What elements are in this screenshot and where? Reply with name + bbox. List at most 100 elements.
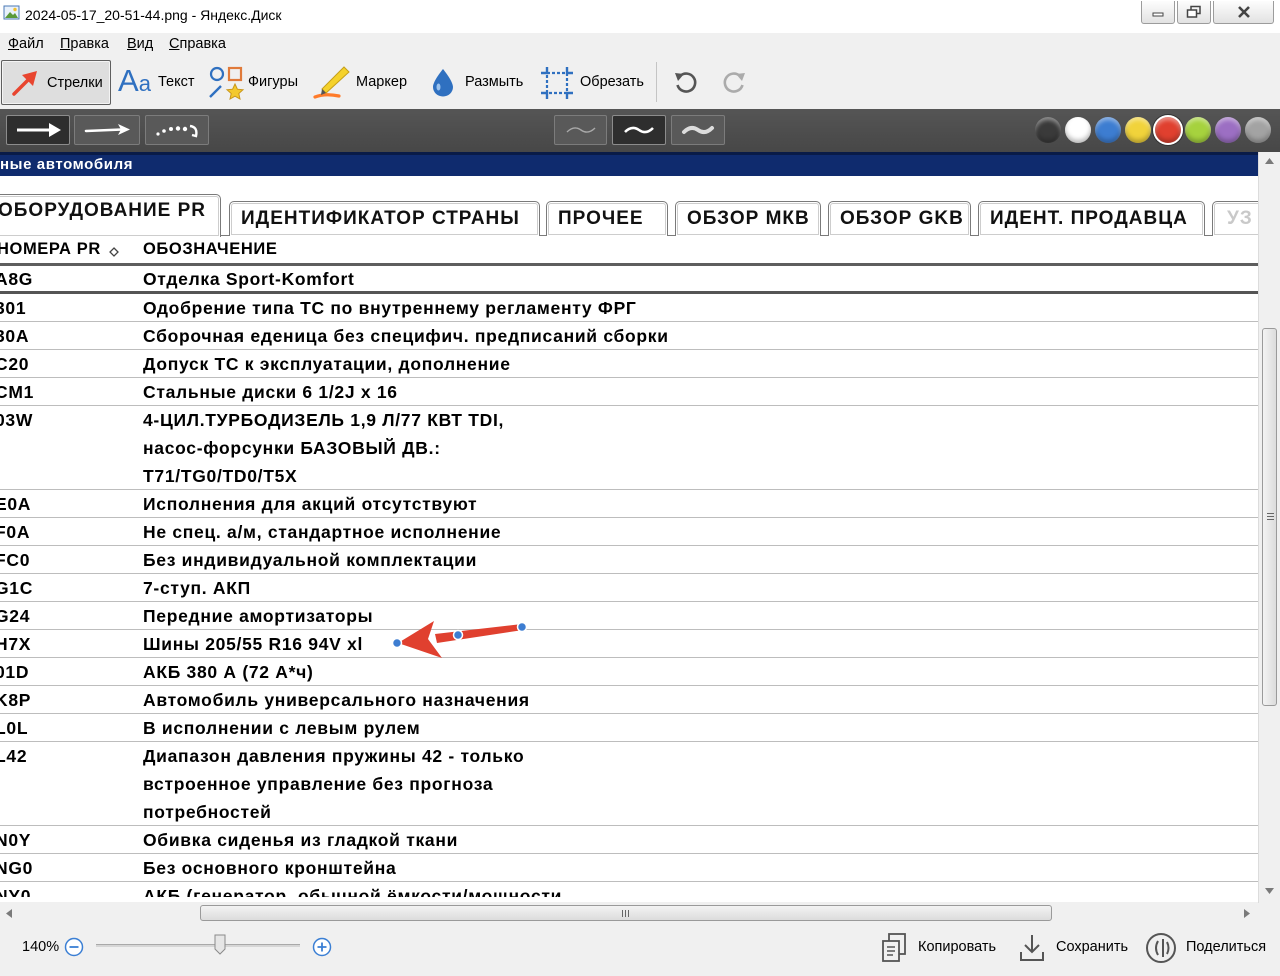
pr-description: Допуск ТС к эксплуатации, дополнение xyxy=(143,350,1258,377)
vertical-scroll-thumb[interactable] xyxy=(1262,328,1277,706)
arrow-style-solid[interactable] xyxy=(6,115,70,145)
horizontal-scrollbar[interactable] xyxy=(0,903,1258,923)
scroll-left-icon[interactable] xyxy=(6,909,12,918)
arrow-style-thin[interactable] xyxy=(74,115,140,145)
blur-tool-button[interactable]: Размыть xyxy=(426,60,530,105)
table-row: 01D АКБ 380 А (72 А*ч) xyxy=(0,658,1258,686)
copy-button[interactable]: Копировать xyxy=(878,931,1008,969)
grip-line xyxy=(625,910,626,917)
undo-icon xyxy=(673,70,699,101)
vertical-scrollbar[interactable] xyxy=(1258,152,1280,903)
text-tool-button[interactable]: Aa Текст xyxy=(116,60,200,105)
menu-bar: Файл Правка Вид Справка xyxy=(0,33,1280,57)
pr-code: L0L xyxy=(0,718,29,738)
pr-code: E0A xyxy=(0,494,32,514)
pr-description-line: Отделка Sport-Komfort xyxy=(143,269,355,289)
crop-tool-label: Обрезать xyxy=(580,74,644,90)
table-row: 03W 4-ЦИЛ.ТУРБОДИЗЕЛЬ 1,9 Л/77 КВТ TDI, на… xyxy=(0,406,1258,490)
pr-description-line: 4-ЦИЛ.ТУРБОДИЗЕЛЬ 1,9 Л/77 КВТ TDI, xyxy=(143,410,505,430)
title-bar: 2024-05-17_20-51-44.png - Яндекс.Диск xyxy=(0,0,1280,33)
pr-description-line: АКБ (генератор, обычной ёмкости/мощности xyxy=(143,886,563,897)
table-row: G24 Передние амортизаторы xyxy=(0,602,1258,630)
menu-file[interactable]: Файл xyxy=(8,36,44,52)
pr-description-line: В исполнении с левым рулем xyxy=(143,718,421,738)
pr-code: H7X xyxy=(0,634,32,654)
shapes-tool-button[interactable]: Фигуры xyxy=(205,60,305,105)
pr-code: 01D xyxy=(0,662,30,682)
thick-line-icon xyxy=(682,125,714,135)
scroll-right-icon[interactable] xyxy=(1244,909,1250,918)
scroll-down-icon[interactable] xyxy=(1265,888,1274,894)
menu-help[interactable]: Справка xyxy=(169,36,226,52)
table-row: F0A Не спец. а/м, стандартное исполнение xyxy=(0,518,1258,546)
pr-code: G1C xyxy=(0,578,34,598)
close-button[interactable] xyxy=(1213,1,1274,24)
grip-line xyxy=(1267,519,1274,520)
arrow-mid-handle[interactable] xyxy=(452,629,464,641)
tab-mkv-overview: ОБЗОР МКВ xyxy=(675,201,821,236)
dotted-arrow-icon xyxy=(156,124,198,138)
table-row: L0L В исполнении с левым рулем xyxy=(0,714,1258,742)
zoom-out-button[interactable] xyxy=(64,937,84,962)
save-button[interactable]: Сохранить xyxy=(1016,931,1136,969)
undo-button[interactable] xyxy=(670,60,702,105)
arrow-start-handle[interactable] xyxy=(391,637,403,649)
image-canvas[interactable]: ные автомобиля ОБОРУДОВАНИЕ PR ИДЕНТИФИК… xyxy=(0,152,1258,902)
shapes-icon xyxy=(207,65,245,106)
color-swatch-gray[interactable] xyxy=(1245,117,1271,143)
arrows-tool-label: Стрелки xyxy=(47,75,103,91)
minimize-button[interactable] xyxy=(1141,1,1175,24)
color-swatch-purple[interactable] xyxy=(1215,117,1241,143)
pr-description: 7-ступ. АКП xyxy=(143,574,1258,601)
table-row: NY0 АКБ (генератор, обычной ёмкости/мощно… xyxy=(0,882,1258,897)
color-swatch-yellow[interactable] xyxy=(1125,117,1151,143)
zoom-slider[interactable] xyxy=(96,944,300,947)
medium-line-icon xyxy=(624,126,654,134)
color-swatch-white[interactable] xyxy=(1065,117,1091,143)
line-width-medium[interactable] xyxy=(612,115,666,145)
pr-description: Без основного кронштейна xyxy=(143,854,1258,881)
table-row: L42 Диапазон давления пружины 42 - только… xyxy=(0,742,1258,826)
pr-description-line: Автомобиль универсального назначения xyxy=(143,690,530,710)
save-label: Сохранить xyxy=(1056,939,1129,955)
arrow-style-dotted[interactable] xyxy=(145,115,209,145)
maximize-button[interactable] xyxy=(1177,1,1211,24)
grip-line xyxy=(1267,513,1274,514)
marker-icon xyxy=(313,65,353,106)
pr-code: G24 xyxy=(0,606,31,626)
marker-tool-button[interactable]: Маркер xyxy=(311,60,415,105)
pr-code: 301 xyxy=(0,298,27,318)
table-row: N0Y Обивка сиденья из гладкой ткани xyxy=(0,826,1258,854)
pr-description-line: Без индивидуальной комплектации xyxy=(143,550,478,570)
horizontal-scroll-thumb[interactable] xyxy=(200,905,1052,921)
zoom-slider-thumb[interactable] xyxy=(214,934,226,955)
color-swatch-red[interactable] xyxy=(1155,117,1181,143)
pr-description: Автомобиль универсального назначения xyxy=(143,686,1258,713)
line-width-thick[interactable] xyxy=(671,115,725,145)
arrows-tool-button[interactable]: Стрелки xyxy=(1,60,111,105)
scroll-up-icon[interactable] xyxy=(1265,158,1274,164)
pr-code: 03W xyxy=(0,410,34,430)
table-row: E0A Исполнения для акций отсутствуют xyxy=(0,490,1258,518)
table-row: FC0 Без индивидуальной комплектации xyxy=(0,546,1258,574)
color-swatch-black[interactable] xyxy=(1035,117,1061,143)
redo-button[interactable] xyxy=(718,60,750,105)
menu-view[interactable]: Вид xyxy=(127,36,153,52)
window-title: 2024-05-17_20-51-44.png - Яндекс.Диск xyxy=(25,7,282,23)
zoom-in-button[interactable] xyxy=(312,937,332,962)
pr-description: Передние амортизаторы xyxy=(143,602,1258,629)
crop-tool-button[interactable]: Обрезать xyxy=(537,60,651,105)
text-tool-label: Текст xyxy=(158,74,195,90)
pr-description-line: 7-ступ. АКП xyxy=(143,578,251,598)
menu-edit[interactable]: Правка xyxy=(60,36,109,52)
pr-code: C20 xyxy=(0,354,30,374)
color-swatch-green[interactable] xyxy=(1185,117,1211,143)
pr-description-line: Допуск ТС к эксплуатации, дополнение xyxy=(143,354,511,374)
solid-arrow-icon xyxy=(17,123,61,137)
line-width-thin[interactable] xyxy=(554,115,607,145)
share-button[interactable]: Поделиться xyxy=(1142,928,1276,970)
pr-description-line: Шины 205/55 R16 94V xl xyxy=(143,634,364,654)
zoom-in-icon xyxy=(312,937,332,957)
arrow-end-handle[interactable] xyxy=(516,621,528,633)
color-swatch-blue[interactable] xyxy=(1095,117,1121,143)
